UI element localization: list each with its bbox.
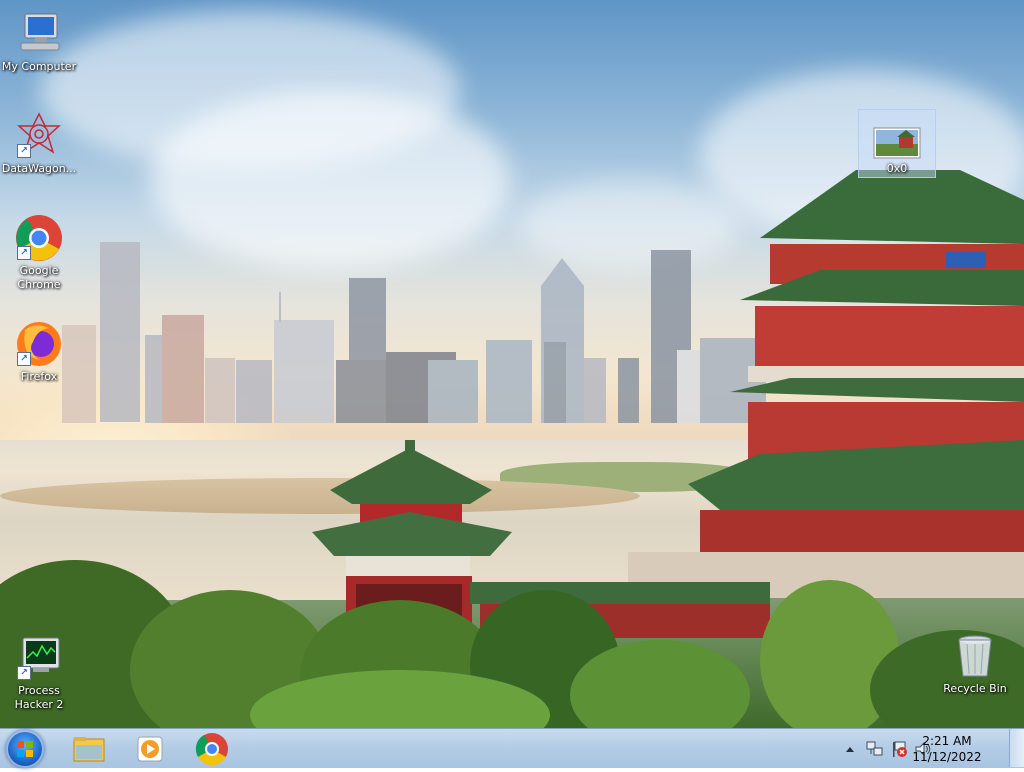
desktop-icon-datawagon[interactable]: ↗ DataWagon... — [0, 112, 79, 176]
shortcut-arrow-icon: ↗ — [17, 666, 31, 680]
clock-time: 2:21 AM — [922, 734, 972, 748]
network-tray-button[interactable] — [866, 740, 884, 758]
windows-logo-icon — [17, 741, 33, 757]
desktop-icon-my-computer[interactable]: My Computer — [0, 10, 79, 74]
computer-icon — [15, 10, 63, 58]
firefox-icon: ↗ — [15, 320, 63, 368]
taskbar-media-player-button[interactable] — [125, 731, 173, 767]
show-hidden-icons-button[interactable] — [844, 741, 856, 755]
desktop-icon-label: Recycle Bin — [943, 682, 1007, 695]
clock-date: 11/12/2022 — [912, 750, 982, 764]
taskbar-windows-explorer-button[interactable] — [64, 731, 112, 767]
action-center-flag-icon — [893, 741, 907, 757]
desktop-icon-0x0-image[interactable]: 0x0 — [857, 124, 937, 176]
datawagon-logo-icon: ↗ — [15, 112, 63, 160]
shortcut-arrow-icon: ↗ — [17, 144, 31, 158]
desktop-icon-process-hacker[interactable]: ↗ Process Hacker 2 — [0, 634, 79, 712]
show-desktop-button[interactable] — [1009, 729, 1024, 767]
network-icon — [866, 741, 883, 756]
windows-explorer-icon — [73, 737, 105, 762]
chrome-icon — [195, 733, 228, 766]
desktop-icon-google-chrome[interactable]: ↗ Google Chrome — [0, 214, 79, 292]
taskbar-clock[interactable]: 2:21 AM 11/12/2022 — [912, 733, 982, 765]
action-center-tray-button[interactable] — [890, 740, 908, 758]
chevron-up-icon — [846, 747, 854, 752]
process-hacker-icon: ↗ — [15, 634, 63, 682]
taskbar-chrome-button[interactable] — [188, 731, 236, 767]
recycle-bin-icon — [951, 632, 999, 680]
desktop-icon-firefox[interactable]: ↗ Firefox — [0, 320, 79, 384]
desktop-icon-label: Google Chrome — [17, 264, 61, 291]
media-player-icon — [137, 736, 163, 762]
desktop-icon-label: My Computer — [1, 60, 77, 73]
desktop-icon-label: Process Hacker 2 — [14, 684, 64, 711]
chrome-icon: ↗ — [15, 214, 63, 262]
desktop-icon-label: DataWagon... — [1, 162, 77, 175]
image-file-icon — [873, 124, 921, 160]
shortcut-arrow-icon: ↗ — [17, 246, 31, 260]
shortcut-arrow-icon: ↗ — [17, 352, 31, 366]
start-button[interactable] — [6, 730, 44, 768]
taskbar: 2:21 AM 11/12/2022 — [0, 728, 1024, 768]
desktop-icon-label: Firefox — [20, 370, 58, 383]
desktop-icon-label: 0x0 — [886, 162, 908, 175]
desktop-icon-recycle-bin[interactable]: Recycle Bin — [935, 632, 1015, 696]
